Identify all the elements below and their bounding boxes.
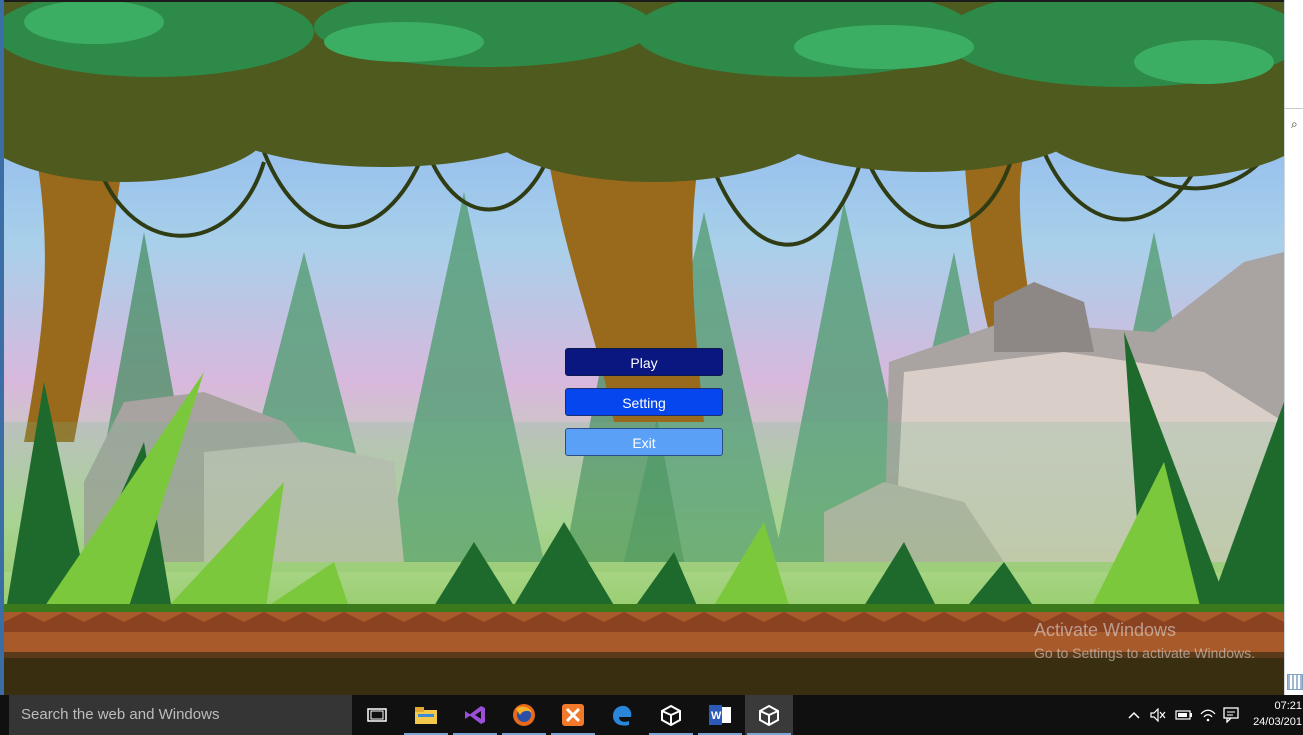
watermark-title: Activate Windows [1034, 620, 1177, 640]
unity-icon[interactable] [745, 695, 793, 735]
system-clock[interactable]: 07:21 24/03/201 [1252, 698, 1302, 730]
file-explorer-icon[interactable] [402, 695, 450, 735]
taskbar: Search the web and Windows W 07:21 24/03… [0, 695, 1303, 735]
activation-watermark: Activate Windows Go to Settings to activ… [1034, 620, 1255, 661]
edge-icon[interactable] [598, 695, 646, 735]
word-icon[interactable]: W [696, 695, 744, 735]
firefox-icon[interactable] [500, 695, 548, 735]
play-button[interactable]: Play [565, 348, 723, 376]
xampp-icon[interactable] [549, 695, 597, 735]
main-menu: Play Setting Exit [565, 348, 723, 468]
clock-date: 24/03/201 [1253, 716, 1302, 728]
visual-studio-icon[interactable] [451, 695, 499, 735]
battery-icon[interactable] [1175, 695, 1193, 735]
divider [1285, 108, 1303, 109]
clock-time: 07:21 [1274, 700, 1302, 712]
show-hidden-icons-icon[interactable] [1127, 695, 1141, 735]
game-scene: Play Setting Exit [4, 2, 1284, 695]
search-box[interactable]: Search the web and Windows [9, 695, 352, 735]
background-window-edge: ⌕ [1284, 0, 1303, 695]
search-icon: ⌕ [1291, 117, 1298, 131]
grid-icon [1287, 674, 1303, 690]
unity-icon[interactable] [647, 695, 695, 735]
exit-button[interactable]: Exit [565, 428, 723, 456]
notification-icon[interactable] [1223, 695, 1239, 735]
volume-muted-icon[interactable] [1150, 695, 1166, 735]
task-view-icon[interactable] [353, 695, 401, 735]
watermark-subtitle: Go to Settings to activate Windows. [1034, 645, 1255, 661]
setting-button[interactable]: Setting [565, 388, 723, 416]
svg-text:W: W [711, 710, 722, 722]
wifi-icon[interactable] [1200, 695, 1216, 735]
